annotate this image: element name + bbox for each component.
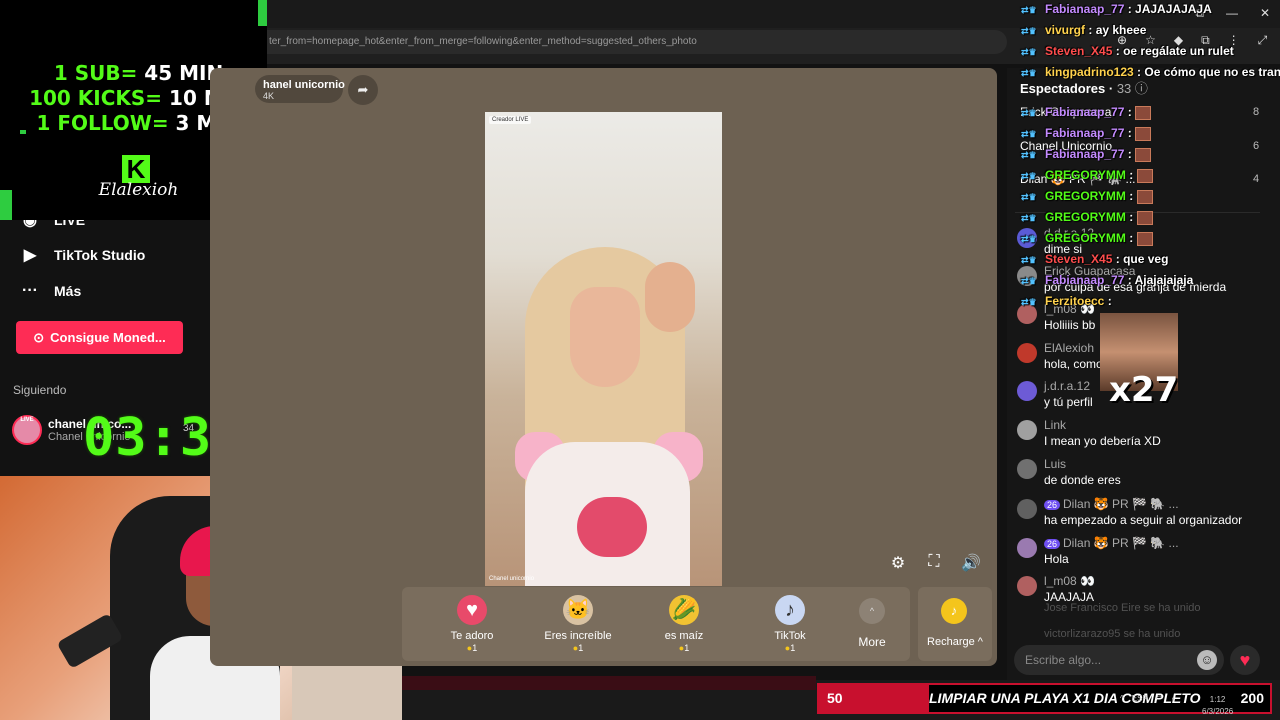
wifi-icon[interactable]: ◠: [1156, 694, 1163, 703]
system-tray: ^ ESP ◠ ◖: [1120, 694, 1176, 703]
host-name: hanel unicornio: [263, 79, 345, 91]
kick-chat-line: ⇄♛ GREGORYMM :: [1021, 189, 1153, 204]
avatar: [1017, 381, 1037, 401]
viewer-rank: 4: [1253, 173, 1260, 185]
goal-progress-bar: [402, 676, 816, 690]
kick-chat-line: ⇄♛ GREGORYMM :: [1021, 168, 1153, 183]
emote-multiplier: x27: [1109, 370, 1179, 410]
avatar: [1017, 538, 1037, 558]
tiktok-gift-icon: ♪: [775, 595, 805, 625]
kick-chat-line: ⇄♛ GREGORYMM :: [1021, 231, 1153, 246]
creator-live-tag: Creador LIVE: [489, 116, 532, 124]
sidebar-item-label: TikTok Studio: [54, 247, 146, 263]
viewer-rank: 6: [1253, 140, 1260, 152]
tray-language[interactable]: ESP: [1132, 694, 1148, 703]
avatar: LIVE: [12, 415, 42, 445]
heart-gift-icon: ♥: [457, 595, 487, 625]
level-badge: 26: [1044, 539, 1061, 549]
share-button[interactable]: ➦: [348, 75, 378, 105]
system-clock[interactable]: 1:12 6/3/2026: [1202, 694, 1233, 718]
kick-chat-line: ⇄♛ kingpadrino123 : Oe cómo que no es tra…: [1021, 65, 1280, 79]
gift-tiktok[interactable]: ♪ TikTok ●1: [745, 595, 835, 653]
kick-chat-line: ⇄♛ Steven_X45 : que veg: [1021, 252, 1169, 266]
gift-te-adoro[interactable]: ♥ Te adoro ●1: [427, 595, 517, 653]
kick-chat-line: ⇄♛ Fabianaap_77 : Ajajajajaja: [1021, 273, 1194, 287]
kick-chat-line: ⇄♛ vivurgf : ay kheee: [1021, 23, 1147, 37]
gift-es-maiz[interactable]: 🌽 es maíz ●1: [639, 595, 729, 653]
host-follower-count: 4K: [263, 91, 275, 101]
avatar: [1017, 459, 1037, 479]
kick-chat-line: ⇄♛ Steven_X45 : oe regálate un rulet: [1021, 44, 1234, 58]
goal-current: 50: [827, 690, 843, 706]
viewers-title[interactable]: Espectadores · 33 ⓘ: [1020, 78, 1148, 97]
level-badge: 26: [1044, 500, 1061, 510]
kick-chat-line: ⇄♛ Ferzitoecc :: [1021, 294, 1112, 308]
recharge-label[interactable]: Recharge ^: [920, 636, 990, 648]
following-title: Siguiendo: [13, 383, 67, 397]
stream-video[interactable]: Creador LIVE Chanel unicornio: [485, 112, 722, 586]
avatar: [1017, 499, 1037, 519]
more-gifts-button[interactable]: ^: [859, 598, 885, 624]
chat-input[interactable]: Escribe algo...: [1014, 645, 1224, 675]
speaker-icon[interactable]: ◖: [1171, 694, 1176, 703]
sidebar-item-more[interactable]: ··· Más: [20, 282, 81, 300]
stream-watermark: Chanel unicornio: [489, 576, 535, 582]
avatar: [1017, 576, 1037, 596]
volume-icon[interactable]: 🔊: [960, 553, 982, 575]
kick-chat-line: ⇄♛ Fabianaap_77 : JAJAJAJAJA: [1021, 2, 1212, 16]
gift-eres-increible[interactable]: 🐱 Eres increíble ●1: [533, 595, 623, 653]
kick-logo-icon: K: [122, 155, 150, 183]
address-bar[interactable]: ter_from=homepage_hot&enter_from_merge=f…: [267, 30, 1007, 54]
more-gifts-label[interactable]: More: [847, 635, 897, 649]
fullscreen-icon[interactable]: ⛶: [923, 553, 945, 575]
avatar: [1017, 420, 1037, 440]
kick-chat-line: ⇄♛ Fabianaap_77 :: [1021, 126, 1152, 141]
viewer-rank: 8: [1253, 106, 1260, 118]
kick-chat-line: ⇄♛ Fabianaap_77 :: [1021, 147, 1152, 162]
cat-gift-icon: 🐱: [563, 595, 593, 625]
studio-icon: ▶: [23, 247, 37, 264]
minimize-icon[interactable]: —: [1226, 6, 1238, 21]
kick-chat-line: ⇄♛ GREGORYMM :: [1021, 210, 1153, 225]
kick-chat-line: ⇄♛ Fabianaap_77 :: [1021, 105, 1152, 120]
avatar: [1017, 343, 1037, 363]
coin-icon: ⊙: [33, 329, 45, 345]
more-icon: ···: [22, 282, 38, 299]
sidebar-item-label: Más: [54, 283, 82, 299]
sidebar-item-studio[interactable]: ▶ TikTok Studio: [20, 245, 145, 265]
fullscreen-icon[interactable]: ⤢: [1258, 33, 1268, 48]
chevron-up-icon[interactable]: ^: [1120, 694, 1124, 703]
emoji-icon[interactable]: ☺: [1197, 650, 1217, 670]
recharge-coin-icon: ♪: [941, 598, 967, 624]
goal-target: 200: [1240, 690, 1264, 706]
info-icon: ⓘ: [1134, 81, 1148, 96]
settings-icon[interactable]: ⚙: [887, 553, 909, 575]
heart-icon[interactable]: ♥: [1230, 645, 1260, 675]
corn-gift-icon: 🌽: [669, 595, 699, 625]
get-coins-button[interactable]: ⊙ Consigue Moned...: [16, 321, 183, 354]
close-icon[interactable]: ✕: [1260, 6, 1270, 21]
